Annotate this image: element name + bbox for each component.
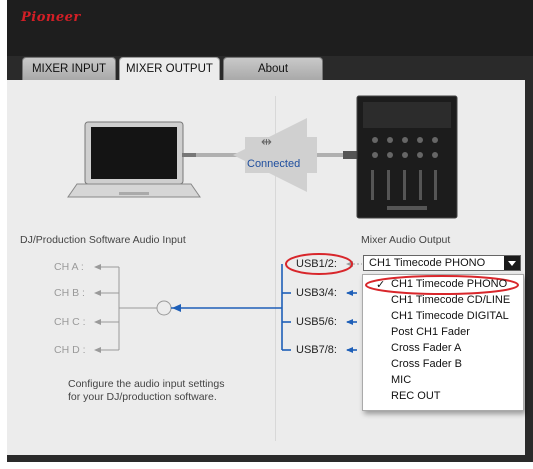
chevron-down-icon[interactable] bbox=[504, 256, 520, 270]
config-note-line2: for your DJ/production software. bbox=[68, 391, 217, 403]
option-cross-fader-b[interactable]: Cross Fader B bbox=[391, 358, 462, 370]
option-mic[interactable]: MIC bbox=[391, 374, 411, 386]
mixer-icon bbox=[356, 95, 458, 219]
checkmark-icon: ✓ bbox=[376, 279, 386, 291]
laptop-icon bbox=[67, 121, 201, 198]
title-bar: Pioneer bbox=[7, 0, 533, 56]
option-rec-out[interactable]: REC OUT bbox=[391, 390, 441, 402]
option-ch1-timecode-phono[interactable]: CH1 Timecode PHONO bbox=[391, 278, 507, 290]
option-cross-fader-a[interactable]: Cross Fader A bbox=[391, 342, 461, 354]
pioneer-logo: Pioneer bbox=[21, 10, 81, 25]
option-ch1-timecode-cd-line[interactable]: CH1 Timecode CD/LINE bbox=[391, 294, 510, 306]
channel-b-label: CH B : bbox=[54, 287, 85, 299]
mixer-output-panel: ⇹ Connected DJ/Production Software Audio… bbox=[7, 80, 525, 455]
usb34-label: USB3/4: bbox=[296, 287, 337, 299]
mixer-output-title: Mixer Audio Output bbox=[361, 234, 451, 246]
tab-about[interactable]: About bbox=[223, 57, 323, 80]
option-post-ch1-fader[interactable]: Post CH1 Fader bbox=[391, 326, 470, 338]
config-note-line1: Configure the audio input settings bbox=[68, 378, 225, 390]
software-input-title: DJ/Production Software Audio Input bbox=[20, 234, 186, 246]
usb-icon: ⇹ bbox=[261, 134, 272, 149]
usb56-label: USB5/6: bbox=[296, 316, 337, 328]
channel-a-label: CH A : bbox=[54, 261, 84, 273]
channel-c-label: CH C : bbox=[54, 316, 86, 328]
usb12-output-select[interactable]: CH1 Timecode PHONO bbox=[363, 255, 521, 271]
select-value: CH1 Timecode PHONO bbox=[369, 257, 486, 269]
usb12-label: USB1/2: bbox=[296, 258, 337, 270]
tab-mixer-input[interactable]: MIXER INPUT bbox=[22, 57, 116, 80]
usb78-label: USB7/8: bbox=[296, 344, 337, 356]
tab-mixer-output[interactable]: MIXER OUTPUT bbox=[119, 57, 220, 81]
channel-d-label: CH D : bbox=[54, 344, 86, 356]
connection-status: Connected bbox=[247, 158, 301, 170]
option-ch1-timecode-digital[interactable]: CH1 Timecode DIGITAL bbox=[391, 310, 509, 322]
output-dropdown-menu: ✓ CH1 Timecode PHONO CH1 Timecode CD/LIN… bbox=[362, 274, 524, 411]
